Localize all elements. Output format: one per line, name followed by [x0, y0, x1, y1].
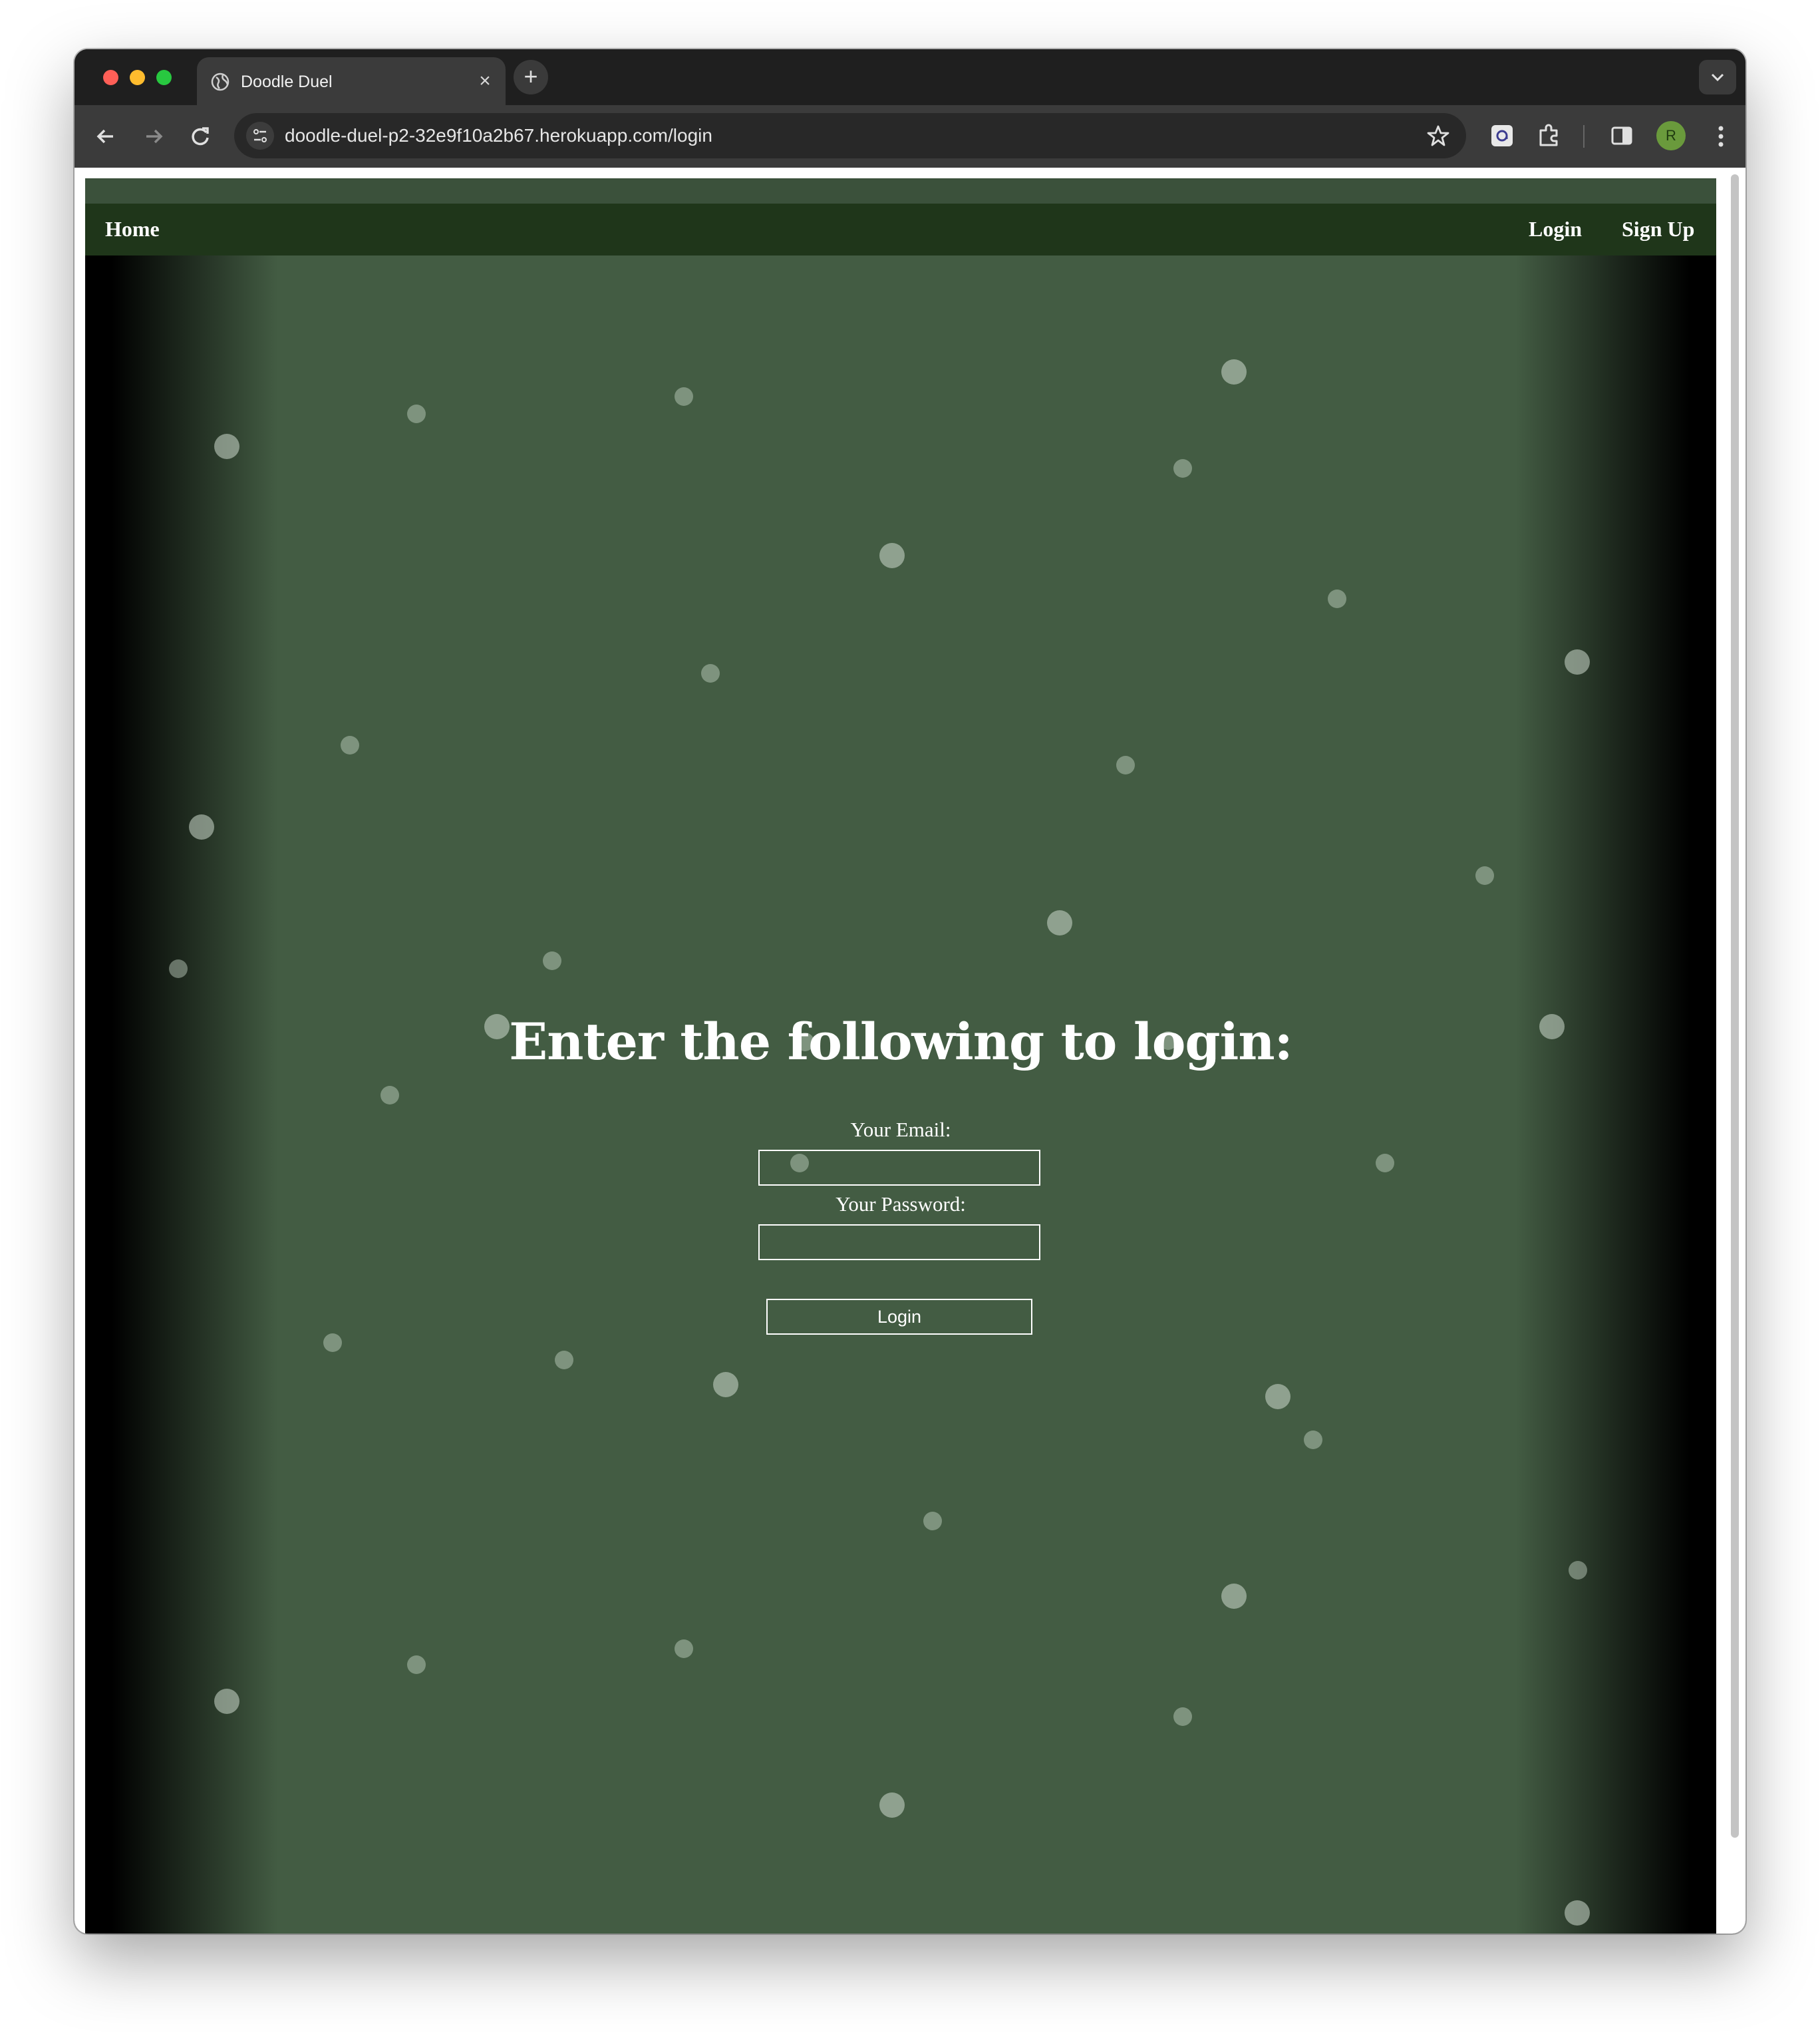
login-page: Home Login Sign Up Enter the following t… — [85, 178, 1716, 1934]
scrollbar-thumb[interactable] — [1731, 174, 1739, 1838]
decorative-dot — [214, 1689, 239, 1714]
site-navbar: Home Login Sign Up — [85, 204, 1716, 255]
decorative-dot — [1221, 359, 1247, 385]
more-menu-icon[interactable] — [1711, 121, 1731, 152]
page-scrollbar[interactable] — [1730, 174, 1740, 1838]
reload-icon[interactable] — [185, 121, 216, 152]
password-label: Your Password: — [835, 1192, 966, 1216]
decorative-dot — [1221, 1584, 1247, 1609]
close-window-button[interactable] — [103, 70, 118, 85]
top-band — [85, 178, 1716, 204]
tab-search-button[interactable] — [1699, 60, 1736, 94]
decorative-dot — [1265, 1384, 1290, 1409]
decorative-dot — [1173, 1707, 1192, 1726]
chevron-down-icon — [1711, 73, 1724, 82]
decorative-dot — [879, 1792, 905, 1818]
side-panel-icon[interactable] — [1608, 122, 1635, 149]
nav-home-link[interactable]: Home — [105, 214, 160, 244]
decorative-dot — [407, 405, 426, 423]
decorative-dot — [1328, 590, 1346, 608]
password-field[interactable] — [758, 1224, 1040, 1260]
decorative-dot — [214, 434, 239, 459]
new-tab-button[interactable]: + — [514, 60, 548, 94]
nav-signup-link[interactable]: Sign Up — [1622, 214, 1694, 244]
decorative-dot — [555, 1351, 573, 1369]
extensions-puzzle-icon[interactable] — [1535, 122, 1562, 149]
browser-tab[interactable]: Doodle Duel × — [197, 57, 506, 105]
decorative-dot — [675, 1639, 693, 1658]
tab-strip: Doodle Duel × + — [75, 49, 1745, 105]
decorative-dot — [923, 1512, 942, 1530]
decorative-dot — [1565, 649, 1590, 675]
email-field[interactable] — [758, 1150, 1040, 1186]
decorative-dot — [341, 736, 359, 755]
bookmark-star-icon[interactable] — [1426, 124, 1450, 148]
minimize-window-button[interactable] — [130, 70, 145, 85]
decorative-dot — [675, 387, 693, 406]
decorative-dot — [713, 1372, 738, 1397]
decorative-dot — [543, 951, 561, 970]
decorative-dot — [1173, 459, 1192, 478]
tab-title: Doodle Duel — [241, 73, 333, 91]
maximize-window-button[interactable] — [156, 70, 172, 85]
decorative-dot — [1376, 1154, 1394, 1172]
decorative-dot — [701, 664, 720, 683]
decorative-dot — [1565, 1900, 1590, 1926]
login-submit-button[interactable]: Login — [766, 1299, 1032, 1335]
globe-icon — [211, 73, 229, 91]
decorative-dot — [169, 959, 188, 978]
forward-icon[interactable] — [138, 121, 169, 152]
nav-login-link[interactable]: Login — [1529, 214, 1582, 244]
site-settings-icon[interactable] — [246, 122, 274, 150]
decorative-dot — [879, 543, 905, 568]
side-vignette — [85, 255, 1716, 1934]
browser-toolbar: doodle-duel-p2-32e9f10a2b67.herokuapp.co… — [75, 105, 1745, 168]
back-icon[interactable] — [90, 121, 121, 152]
decorative-dot — [1116, 756, 1135, 774]
profile-avatar[interactable]: R — [1656, 121, 1686, 150]
decorative-dot — [380, 1086, 399, 1104]
decorative-dot — [189, 814, 214, 840]
browser-window: Doodle Duel × + doodle-duel-p2-32e9f10a2… — [75, 49, 1745, 1934]
address-bar[interactable]: doodle-duel-p2-32e9f10a2b67.herokuapp.co… — [234, 113, 1466, 158]
decorative-dot — [1475, 866, 1494, 885]
page-viewport: Home Login Sign Up Enter the following t… — [75, 168, 1745, 1934]
decorative-dot — [323, 1333, 342, 1352]
url-text: doodle-duel-p2-32e9f10a2b67.herokuapp.co… — [285, 125, 712, 146]
decorative-dot — [1569, 1561, 1587, 1580]
decorative-dot — [1304, 1431, 1322, 1449]
email-label: Your Email: — [850, 1118, 951, 1141]
login-heading: Enter the following to login: — [509, 1012, 1292, 1071]
password-manager-icon[interactable] — [1489, 122, 1515, 149]
decorative-dot — [1047, 910, 1072, 935]
decorative-dot — [407, 1655, 426, 1674]
toolbar-divider — [1583, 125, 1585, 148]
close-tab-icon[interactable]: × — [474, 70, 496, 92]
